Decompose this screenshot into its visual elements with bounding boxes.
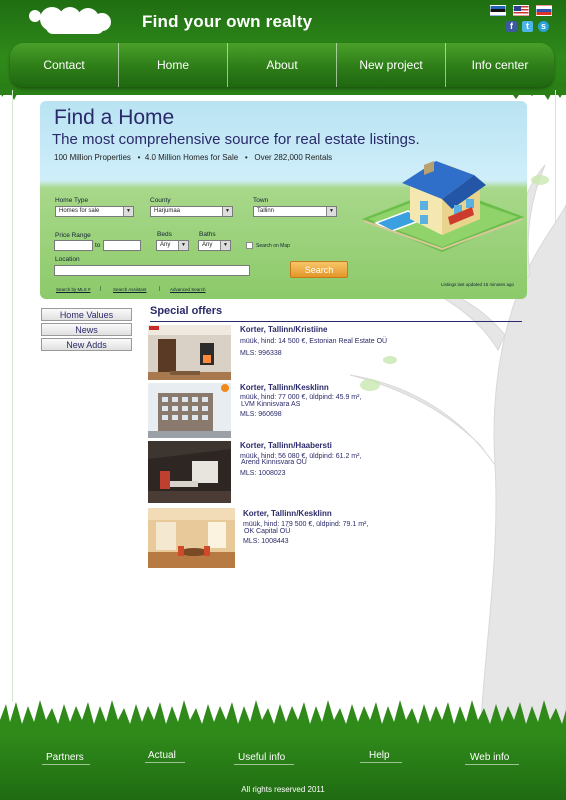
link-separator: | (100, 286, 102, 292)
home-type-select[interactable]: Homes for sale ▼ (55, 206, 134, 217)
footer-link-help[interactable]: Help (369, 750, 390, 761)
nav-info-center[interactable]: Info center (445, 43, 554, 87)
county-value: Harjumaa (154, 208, 181, 214)
offer-agency: OK Capital OÜ (244, 528, 291, 535)
offer-agency: Arend Kinnisvara OÜ (241, 459, 307, 466)
site-title: Find your own realty (142, 12, 313, 31)
footer-link-partners[interactable]: Partners (46, 752, 84, 763)
offer-mls: MLS: 1008023 (240, 470, 286, 477)
offer-details: müük, hind: 179 500 €, üldpind: 79.1 m², (243, 521, 369, 528)
listings-updated-text: Listings last updated 15 minutes ago (441, 282, 515, 287)
footer-underline (42, 764, 90, 765)
search-on-map-label: Search on Map (256, 243, 290, 249)
house-illustration (362, 161, 524, 252)
location-label: Location (55, 256, 80, 263)
offer-mls: MLS: 996338 (240, 350, 282, 357)
footer-underline (465, 764, 519, 765)
offer-mls: MLS: 960698 (240, 411, 282, 418)
offer-title[interactable]: Korter, Tallinn/Kristiine (240, 325, 327, 334)
listing-photo[interactable] (148, 325, 231, 380)
footer-underline (360, 762, 402, 763)
home-type-label: Home Type (55, 197, 89, 204)
russian-flag-icon[interactable] (536, 5, 552, 16)
hero-stats: 100 Million Properties • 4.0 Million Hom… (54, 153, 333, 162)
side-menu-home-values[interactable]: Home Values (41, 308, 132, 321)
footer-grass (0, 700, 566, 740)
social-links: f t s (506, 21, 549, 32)
town-label: Town (253, 197, 269, 204)
search-by-mls-link[interactable]: Search by MLS # (56, 287, 91, 292)
offer-mls: MLS: 1008443 (243, 538, 289, 545)
location-input[interactable] (54, 265, 250, 276)
home-type-value: Homes for sale (59, 208, 100, 214)
beds-value: Any (160, 242, 171, 248)
footer-link-web-info[interactable]: Web info (470, 752, 509, 763)
search-on-map-checkbox[interactable] (246, 242, 253, 249)
county-label: County (150, 197, 171, 204)
footer-underline (145, 762, 185, 763)
logo-cloud[interactable] (26, 6, 112, 36)
footer-link-actual[interactable]: Actual (148, 750, 176, 761)
listing-photo[interactable] (148, 508, 235, 568)
search-button[interactable]: Search (290, 261, 348, 278)
price-min-input[interactable] (54, 240, 93, 251)
estonian-flag-icon[interactable] (490, 5, 506, 16)
twitter-icon[interactable]: t (522, 21, 533, 32)
nav-about[interactable]: About (227, 43, 336, 87)
offer-details: müük, hind: 14 500 €, Estonian Real Esta… (240, 338, 388, 345)
side-menu-new-adds[interactable]: New Adds (41, 338, 132, 351)
footer-link-useful-info[interactable]: Useful info (238, 752, 285, 763)
english-flag-icon[interactable] (513, 5, 529, 16)
advanced-search-link[interactable]: Advanced Search (170, 287, 206, 292)
chevron-down-icon: ▼ (123, 207, 133, 216)
listing-photo[interactable] (148, 383, 231, 438)
hero-title: Find a Home (54, 106, 175, 129)
chevron-down-icon: ▼ (178, 241, 188, 250)
chevron-down-icon: ▼ (222, 207, 232, 216)
county-select[interactable]: Harjumaa ▼ (150, 206, 233, 217)
offer-title[interactable]: Korter, Tallinn/Kesklinn (240, 383, 329, 392)
offer-details: müük, hind: 77 000 €, üldpind: 45.9 m², (240, 394, 362, 401)
listing-photo[interactable] (148, 441, 231, 503)
link-separator: | (159, 286, 161, 292)
baths-value: Any (202, 242, 213, 248)
home-search-panel: Find a Home The most comprehensive sourc… (40, 101, 527, 299)
side-menu-news[interactable]: News (41, 323, 132, 336)
town-select[interactable]: Tallinn ▼ (253, 206, 337, 217)
offer-title[interactable]: Korter, Tallinn/Haabersti (240, 441, 332, 450)
price-max-input[interactable] (103, 240, 141, 251)
town-value: Tallinn (257, 208, 275, 214)
beds-label: Beds (157, 231, 172, 238)
baths-select[interactable]: Any ▼ (198, 240, 231, 251)
nav-home[interactable]: Home (118, 43, 227, 87)
special-offers-divider (150, 321, 522, 322)
skype-icon[interactable]: s (538, 21, 549, 32)
offer-agency: LVM Kinnisvara AS (241, 401, 301, 408)
chevron-down-icon: ▼ (326, 207, 336, 216)
price-to-label: to (95, 242, 101, 249)
chevron-down-icon: ▼ (220, 241, 230, 250)
footer-underline (234, 764, 294, 765)
side-menu: Home Values News New Adds (41, 308, 132, 353)
price-range-label: Price Range (55, 232, 91, 239)
hero-subtitle: The most comprehensive source for real e… (52, 131, 420, 148)
beds-select[interactable]: Any ▼ (156, 240, 189, 251)
language-selector (490, 5, 552, 16)
baths-label: Baths (199, 231, 216, 238)
special-offers-heading: Special offers (150, 305, 223, 317)
nav-contact[interactable]: Contact (10, 43, 118, 87)
facebook-icon[interactable]: f (506, 21, 517, 32)
offer-title[interactable]: Korter, Tallinn/Kesklinn (243, 509, 332, 518)
search-assistant-link[interactable]: Search Assistant (113, 287, 147, 292)
copyright-text: All rights reserved 2011 (241, 785, 325, 794)
nav-new-project[interactable]: New project (336, 43, 445, 87)
main-navigation: Contact Home About New project Info cent… (10, 43, 554, 87)
